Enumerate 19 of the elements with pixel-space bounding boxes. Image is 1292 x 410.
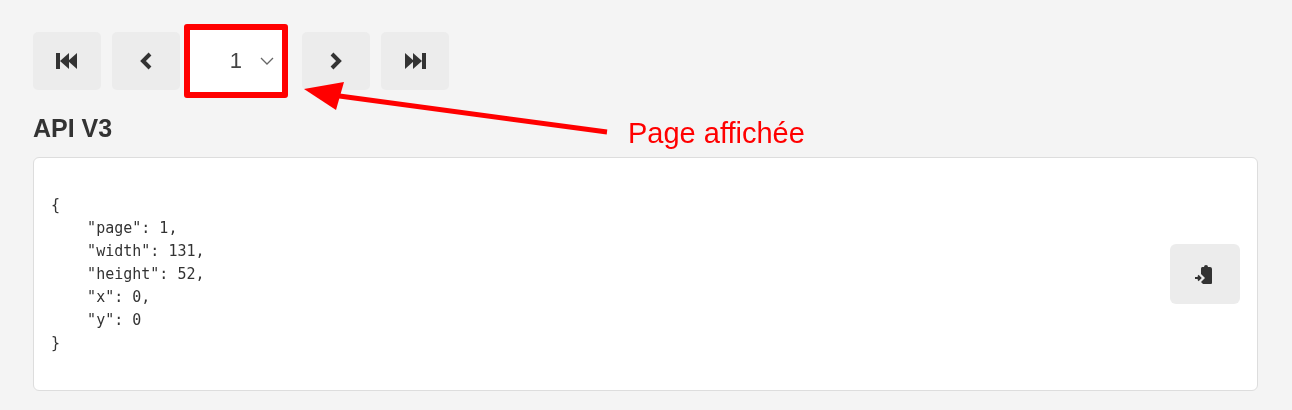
first-page-button[interactable] xyxy=(33,32,101,90)
chevron-right-icon xyxy=(329,52,343,70)
code-line: } xyxy=(51,332,62,354)
skip-forward-icon xyxy=(403,52,427,70)
code-line: { xyxy=(51,194,62,216)
chevron-left-icon xyxy=(139,52,153,70)
code-line: "width": 131, xyxy=(86,240,205,262)
next-page-button[interactable] xyxy=(302,32,370,90)
section-title: API V3 xyxy=(33,114,113,143)
annotation-label: Page affichée xyxy=(628,117,805,150)
skip-back-icon xyxy=(55,52,79,70)
code-line: "y": 0 xyxy=(86,309,143,331)
page-select[interactable]: 1 xyxy=(190,30,282,92)
code-line: "page": 1, xyxy=(86,217,179,239)
last-page-button[interactable] xyxy=(381,32,449,90)
code-line: "height": 52, xyxy=(86,263,205,285)
paste-button[interactable] xyxy=(1170,244,1240,304)
chevron-down-icon xyxy=(260,57,274,65)
code-line: "x": 0, xyxy=(86,286,152,308)
